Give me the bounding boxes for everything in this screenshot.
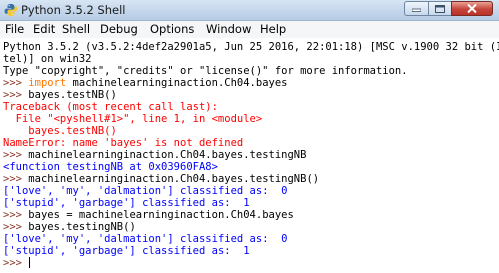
input-line: >>> bayes = machinelearninginaction.Ch04… bbox=[3, 209, 294, 221]
output-result: classified as: 1 bbox=[135, 245, 250, 257]
text-cursor bbox=[29, 257, 31, 268]
command-text: bayes.testingNB() bbox=[28, 221, 136, 233]
output-list: ['stupid', 'garbage'] bbox=[3, 245, 136, 257]
menu-debug[interactable]: Debug bbox=[100, 22, 138, 36]
python-icon bbox=[4, 4, 18, 16]
output-line: ['love', 'my', 'dalmation'] classified a… bbox=[3, 233, 287, 245]
output-list: ['love', 'my', 'dalmation'] bbox=[3, 233, 174, 245]
shell-prompt: >>> bbox=[3, 149, 29, 161]
output-result: classified as: 1 bbox=[135, 197, 250, 209]
output-result: classified as: 0 bbox=[173, 233, 288, 245]
window-title: Python 3.5.2 Shell bbox=[21, 3, 126, 17]
menu-options[interactable]: Options bbox=[150, 22, 194, 36]
shell-text-area[interactable]: Python 3.5.2 (v3.5.2:4def2a2901a5, Jun 2… bbox=[0, 38, 499, 273]
command-text: machinelearninginaction.Ch04.bayes.testi… bbox=[28, 149, 307, 161]
menu-window[interactable]: Window bbox=[206, 22, 251, 36]
command-text: machinelearninginaction.Ch04.bayes bbox=[66, 77, 288, 89]
output-line: ['love', 'my', 'dalmation'] classified a… bbox=[3, 185, 287, 197]
output-line: ['stupid', 'garbage'] classified as: 1 bbox=[3, 245, 250, 257]
shell-prompt: >>> bbox=[3, 257, 29, 269]
minimize-button[interactable] bbox=[404, 1, 429, 16]
command-text: machinelearninginaction.Ch04.bayes.testi… bbox=[28, 173, 320, 185]
banner-line: Python 3.5.2 (v3.5.2:4def2a2901a5, Jun 2… bbox=[3, 41, 499, 53]
input-line: >>> machinelearninginaction.Ch04.bayes.t… bbox=[3, 149, 306, 161]
shell-prompt: >>> bbox=[3, 77, 29, 89]
menu-shell[interactable]: Shell bbox=[62, 22, 90, 36]
input-line: >>> bayes.testingNB() bbox=[3, 221, 136, 233]
output-list: ['love', 'my', 'dalmation'] bbox=[3, 185, 174, 197]
error-line: bayes.testNB() bbox=[3, 125, 117, 137]
input-line: >>> machinelearninginaction.Ch04.bayes.t… bbox=[3, 173, 319, 185]
shell-window: Python 3.5.2 Shell File Edit Shell Debug… bbox=[0, 0, 499, 273]
shell-prompt: >>> bbox=[3, 221, 29, 233]
keyword: import bbox=[28, 77, 67, 89]
close-button[interactable] bbox=[451, 1, 493, 16]
command-text: bayes = machinelearninginaction.Ch04.bay… bbox=[28, 209, 294, 221]
error-line: NameError: name 'bayes' is not defined bbox=[3, 137, 244, 149]
window-controls bbox=[404, 1, 493, 17]
error-line: File "<pyshell#1>", line 1, in <module> bbox=[3, 113, 263, 125]
minimize-icon bbox=[412, 8, 421, 12]
input-line: >>> bbox=[3, 257, 31, 269]
menu-help[interactable]: Help bbox=[260, 22, 286, 36]
shell-prompt: >>> bbox=[3, 173, 29, 185]
menu-bar: File Edit Shell Debug Options Window Hel… bbox=[0, 21, 499, 39]
error-line: Traceback (most recent call last): bbox=[3, 101, 218, 113]
output-result: classified as: 0 bbox=[173, 185, 288, 197]
maximize-button[interactable] bbox=[428, 1, 452, 16]
input-line: >>> import machinelearninginaction.Ch04.… bbox=[3, 77, 288, 89]
output-list: ['stupid', 'garbage'] bbox=[3, 197, 136, 209]
output-line: ['stupid', 'garbage'] classified as: 1 bbox=[3, 197, 250, 209]
menu-file[interactable]: File bbox=[5, 22, 24, 36]
banner-line: Type "copyright", "credits" or "license(… bbox=[3, 65, 408, 77]
title-bar[interactable]: Python 3.5.2 Shell bbox=[0, 0, 499, 21]
maximize-icon bbox=[435, 4, 445, 13]
command-text: bayes.testNB() bbox=[28, 89, 117, 101]
close-icon bbox=[467, 4, 477, 13]
shell-prompt: >>> bbox=[3, 89, 29, 101]
banner-line: tel)] on win32 bbox=[3, 53, 92, 65]
output-line: <function testingNB at 0x03960FA8> bbox=[3, 161, 218, 173]
input-line: >>> bayes.testNB() bbox=[3, 89, 117, 101]
shell-prompt: >>> bbox=[3, 209, 29, 221]
menu-edit[interactable]: Edit bbox=[33, 22, 55, 36]
